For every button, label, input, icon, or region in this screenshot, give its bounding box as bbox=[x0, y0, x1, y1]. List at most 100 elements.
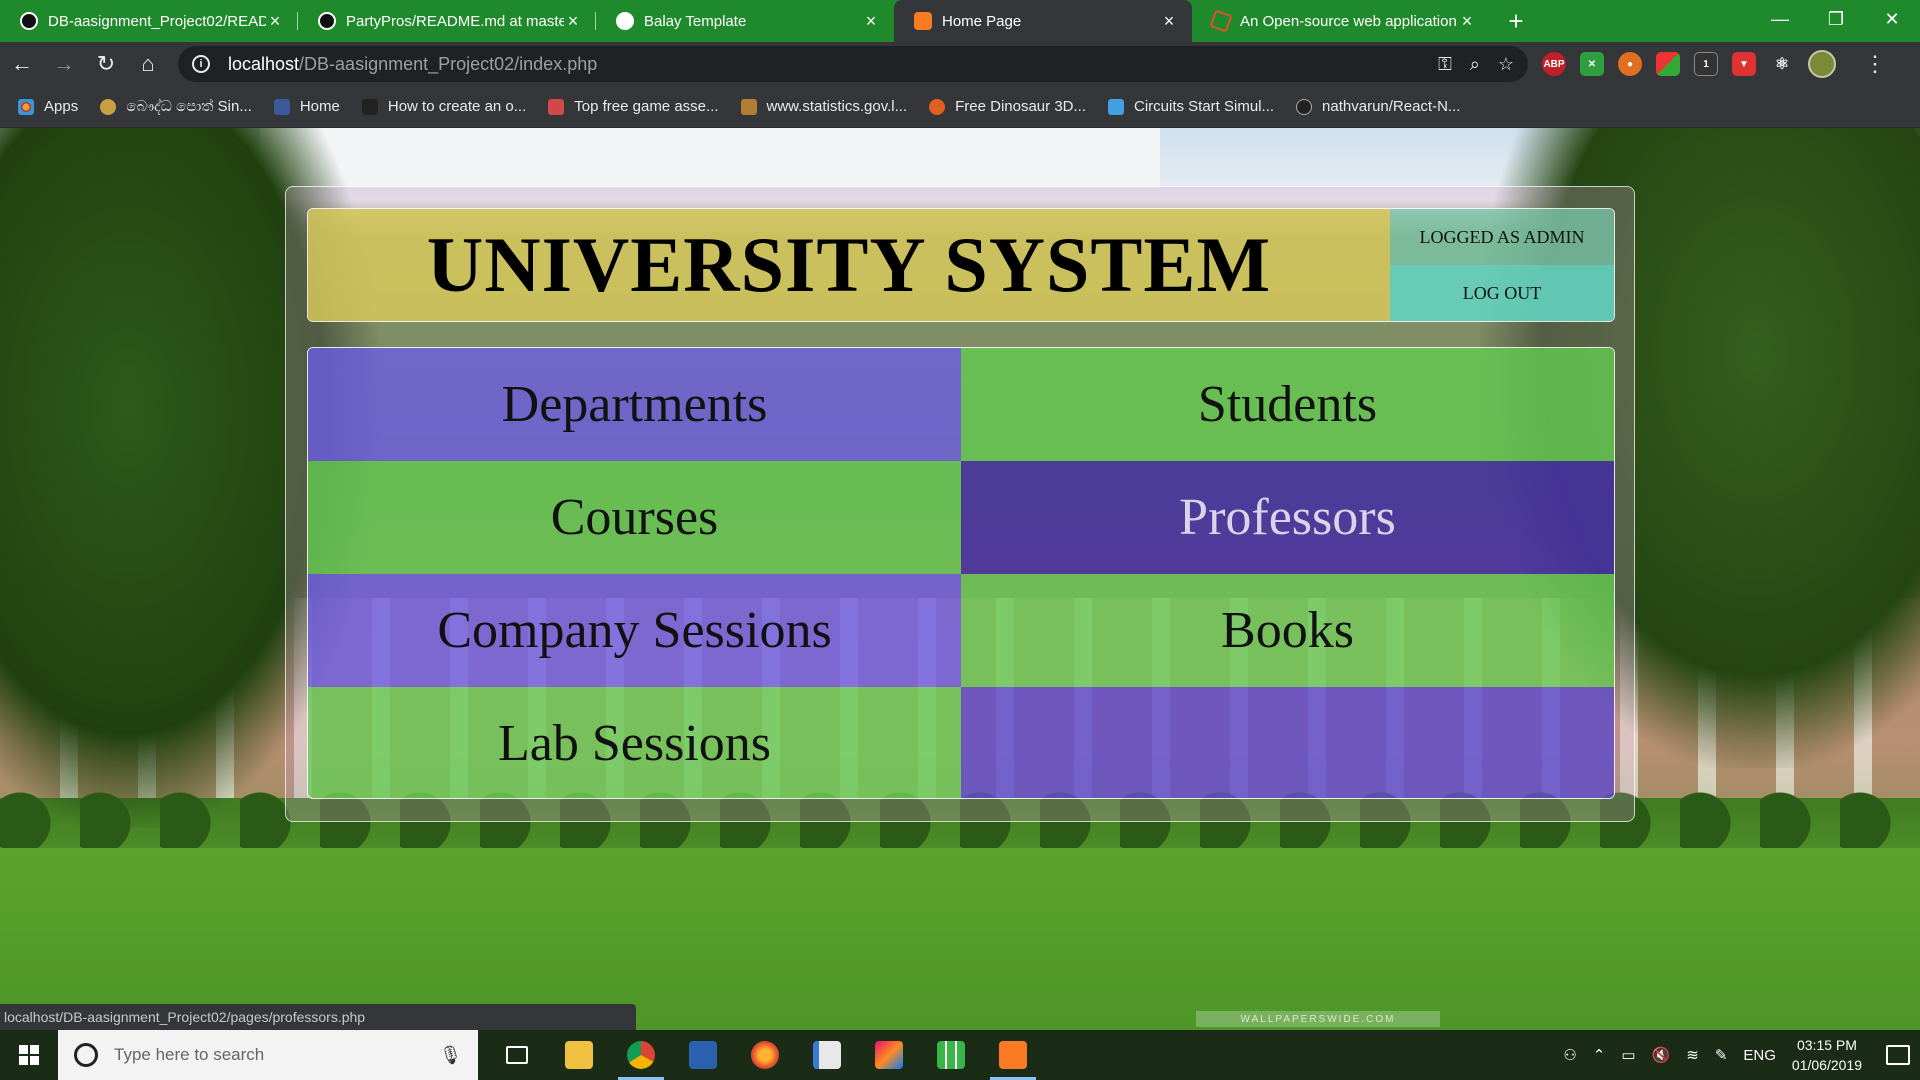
address-bar[interactable]: i localhost/DB-aasignment_Project02/inde… bbox=[178, 46, 1528, 82]
star-icon[interactable]: ☆ bbox=[1498, 54, 1514, 75]
wifi-icon[interactable]: ≋ bbox=[1686, 1046, 1699, 1064]
reload-button[interactable]: ↻ bbox=[86, 44, 126, 84]
tab-title: Balay Template bbox=[644, 12, 747, 30]
bookmark-label: nathvarun/React-N... bbox=[1322, 98, 1461, 115]
pen-icon[interactable]: ✎ bbox=[1715, 1046, 1728, 1064]
people-icon[interactable]: ⚇ bbox=[1563, 1046, 1576, 1064]
bookmark-circuits[interactable]: Circuits Start Simul... bbox=[1108, 98, 1274, 115]
page-title: UNIVERSITY SYSTEM bbox=[308, 209, 1390, 321]
bookmark-label: www.statistics.gov.l... bbox=[766, 98, 908, 115]
close-window-button[interactable]: ✕ bbox=[1864, 0, 1920, 38]
bookmark-apps[interactable]: Apps bbox=[18, 98, 78, 115]
tab-title: PartyPros/README.md at master bbox=[346, 12, 564, 30]
taskbar-chrome[interactable] bbox=[610, 1030, 672, 1080]
taskbar-search[interactable]: Type here to search 🎙 bbox=[58, 1030, 478, 1080]
chevron-up-icon[interactable]: ⌃ bbox=[1593, 1046, 1606, 1064]
facebook-icon bbox=[273, 98, 290, 115]
taskbar-firefox[interactable] bbox=[734, 1030, 796, 1080]
menu-books[interactable]: Books bbox=[961, 574, 1614, 687]
menu-grid: Departments Students Courses Professors … bbox=[307, 347, 1615, 799]
tab-db-assignment[interactable]: DB-aasignment_Project02/READM × bbox=[0, 0, 298, 42]
close-icon[interactable]: × bbox=[1458, 12, 1476, 30]
menu-professors[interactable]: Professors bbox=[961, 461, 1614, 574]
bookmark-label: How to create an o... bbox=[387, 98, 527, 115]
tab-balay-template[interactable]: Balay Template × bbox=[596, 0, 894, 42]
notification-icon[interactable] bbox=[1886, 1045, 1910, 1065]
bookmark-statistics[interactable]: www.statistics.gov.l... bbox=[740, 98, 908, 115]
close-icon[interactable]: × bbox=[862, 12, 880, 30]
extension-colors-icon[interactable] bbox=[1656, 52, 1680, 76]
logout-button[interactable]: LOG OUT bbox=[1390, 265, 1614, 321]
bookmark-dinosaur[interactable]: Free Dinosaur 3D... bbox=[929, 98, 1086, 115]
info-icon[interactable]: i bbox=[192, 55, 210, 73]
taskbar-powershell[interactable] bbox=[672, 1030, 734, 1080]
tab-open-source-app[interactable]: An Open-source web application × bbox=[1192, 0, 1490, 42]
battery-icon[interactable]: ▭ bbox=[1621, 1046, 1635, 1064]
menu-lab-sessions[interactable]: Lab Sessions bbox=[308, 687, 961, 798]
new-tab-button[interactable]: + bbox=[1496, 0, 1536, 42]
page-viewport: WALLPAPERSWIDE.COM UNIVERSITY SYSTEM LOG… bbox=[0, 128, 1920, 1030]
bookmark-how-to-create[interactable]: How to create an o... bbox=[361, 98, 527, 115]
microphone-icon[interactable]: 🎙 bbox=[439, 1045, 462, 1066]
url-host: localhost bbox=[228, 53, 300, 74]
user-box: LOGGED AS ADMIN LOG OUT bbox=[1390, 209, 1614, 321]
taskbar-xampp[interactable] bbox=[982, 1030, 1044, 1080]
home-button[interactable]: ⌂ bbox=[128, 44, 168, 84]
bookmark-label: Apps bbox=[44, 98, 79, 115]
close-icon[interactable]: × bbox=[1160, 12, 1178, 30]
system-tray: ⚇ ⌃ ▭ 🔇 ≋ ✎ ENG 03:15 PM 01/06/2019 bbox=[1563, 1035, 1920, 1075]
taskbar-intellij[interactable] bbox=[858, 1030, 920, 1080]
volume-muted-icon[interactable]: 🔇 bbox=[1652, 1046, 1671, 1064]
status-url-bubble: localhost/DB-aasignment_Project02/pages/… bbox=[0, 1004, 636, 1030]
bookmark-facebook-home[interactable]: Home bbox=[273, 98, 340, 115]
language-indicator[interactable]: ENG bbox=[1743, 1047, 1776, 1064]
powershell-icon bbox=[689, 1041, 717, 1069]
taskbar-file-explorer[interactable] bbox=[548, 1030, 610, 1080]
close-icon[interactable]: × bbox=[564, 12, 582, 30]
background-sky bbox=[260, 128, 1160, 188]
bookmark-game-assets[interactable]: Top free game asse... bbox=[548, 98, 719, 115]
extension-badge-icon[interactable]: 1 bbox=[1694, 52, 1718, 76]
key-icon[interactable]: ⚿ bbox=[1438, 54, 1452, 75]
tab-home-page[interactable]: Home Page × bbox=[894, 0, 1192, 42]
back-button[interactable]: ← bbox=[2, 44, 42, 84]
bookmark-react-native[interactable]: nathvarun/React-N... bbox=[1296, 98, 1460, 115]
chrome-icon bbox=[627, 1041, 655, 1069]
menu-courses[interactable]: Courses bbox=[308, 461, 961, 574]
folder-icon bbox=[565, 1041, 593, 1069]
react-icon[interactable]: ⚛ bbox=[1770, 52, 1794, 76]
tab-partypros[interactable]: PartyPros/README.md at master × bbox=[298, 0, 596, 42]
menu-company-sessions[interactable]: Company Sessions bbox=[308, 574, 961, 687]
main-panel: UNIVERSITY SYSTEM LOGGED AS ADMIN LOG OU… bbox=[285, 186, 1635, 822]
browser-toolbar: ← → ↻ ⌂ i localhost/DB-aasignment_Projec… bbox=[0, 42, 1920, 86]
close-icon[interactable]: × bbox=[266, 12, 284, 30]
start-button[interactable] bbox=[0, 1030, 58, 1080]
bookmark-buddhist-books[interactable]: බෞද්ධ පොත් Sin... bbox=[100, 98, 252, 115]
clock[interactable]: 03:15 PM 01/06/2019 bbox=[1792, 1035, 1862, 1075]
restore-button[interactable]: ❐ bbox=[1808, 0, 1864, 38]
url-text[interactable]: localhost/DB-aasignment_Project02/index.… bbox=[228, 54, 597, 75]
pocket-icon[interactable]: ▼ bbox=[1732, 52, 1756, 76]
forward-button[interactable]: → bbox=[44, 44, 84, 84]
app-header: UNIVERSITY SYSTEM LOGGED AS ADMIN LOG OU… bbox=[307, 208, 1615, 322]
avatar[interactable] bbox=[1808, 50, 1836, 78]
tab-title: Home Page bbox=[942, 12, 1022, 30]
taskbar-notepad[interactable] bbox=[796, 1030, 858, 1080]
bookmark-label: බෞද්ධ පොත් Sin... bbox=[126, 98, 252, 115]
background-lawn bbox=[0, 848, 1920, 1030]
tab-strip: DB-aasignment_Project02/READM × PartyPro… bbox=[0, 0, 1920, 42]
bookmark-label: Home bbox=[299, 98, 340, 115]
window-controls: — ❐ ✕ bbox=[1752, 0, 1920, 42]
bookmarks-bar: Apps බෞද්ධ පොත් Sin... Home How to creat… bbox=[0, 86, 1920, 128]
extension-x-icon[interactable]: ✕ bbox=[1580, 52, 1604, 76]
minimize-button[interactable]: — bbox=[1752, 0, 1808, 38]
zoom-icon[interactable]: ⌕ bbox=[1470, 54, 1480, 75]
taskbar-grid-app[interactable] bbox=[920, 1030, 982, 1080]
taskbar-apps bbox=[486, 1030, 1044, 1080]
menu-icon[interactable]: ⋮ bbox=[1864, 51, 1886, 77]
menu-students[interactable]: Students bbox=[961, 348, 1614, 461]
menu-departments[interactable]: Departments bbox=[308, 348, 961, 461]
task-view-button[interactable] bbox=[486, 1030, 548, 1080]
adblock-icon[interactable]: ABP bbox=[1542, 52, 1566, 76]
extension-orange-icon[interactable]: ● bbox=[1618, 52, 1642, 76]
